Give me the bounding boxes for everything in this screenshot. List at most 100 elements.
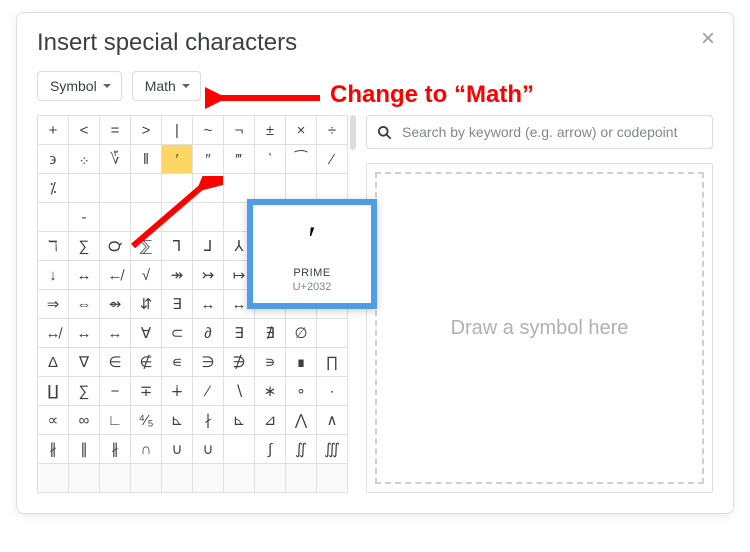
character-cell[interactable]: ∧ bbox=[317, 406, 348, 435]
close-button[interactable]: × bbox=[701, 27, 715, 51]
character-cell[interactable]: ⊾ bbox=[224, 406, 255, 435]
character-cell[interactable] bbox=[162, 174, 193, 203]
character-cell[interactable]: ∂ bbox=[193, 319, 224, 348]
character-cell[interactable]: ∦ bbox=[38, 435, 69, 464]
character-cell[interactable]: ↮ bbox=[38, 319, 69, 348]
character-cell[interactable]: ∉ bbox=[131, 348, 162, 377]
character-cell[interactable]: ∬ bbox=[286, 435, 317, 464]
character-cell[interactable] bbox=[193, 174, 224, 203]
character-cell[interactable]: ∭ bbox=[317, 435, 348, 464]
character-cell[interactable]: ↔ bbox=[100, 319, 131, 348]
character-cell[interactable] bbox=[224, 464, 255, 493]
character-cell[interactable]: ⇒ bbox=[38, 290, 69, 319]
character-cell[interactable] bbox=[38, 203, 69, 232]
character-cell[interactable]: ‖ bbox=[131, 145, 162, 174]
character-cell[interactable]: ⁄ bbox=[317, 145, 348, 174]
character-cell[interactable]: ∑ bbox=[69, 377, 100, 406]
character-cell[interactable]: ¬ bbox=[224, 116, 255, 145]
character-cell[interactable]: ⊾ bbox=[162, 406, 193, 435]
character-cell[interactable] bbox=[131, 203, 162, 232]
character-cell[interactable]: − bbox=[100, 377, 131, 406]
character-cell[interactable]: = bbox=[100, 116, 131, 145]
character-cell[interactable]: ∪ bbox=[162, 435, 193, 464]
character-cell[interactable] bbox=[131, 464, 162, 493]
character-cell[interactable] bbox=[193, 464, 224, 493]
character-cell[interactable] bbox=[317, 464, 348, 493]
character-cell[interactable]: - bbox=[69, 203, 100, 232]
character-cell[interactable]: ⅃ bbox=[193, 232, 224, 261]
character-cell[interactable]: ⊿ bbox=[255, 406, 286, 435]
character-cell[interactable]: ⁒ bbox=[38, 174, 69, 203]
character-cell[interactable]: ∅ bbox=[286, 319, 317, 348]
character-cell[interactable]: ± bbox=[255, 116, 286, 145]
character-cell[interactable]: ↚ bbox=[100, 261, 131, 290]
character-cell[interactable]: ∈ bbox=[100, 348, 131, 377]
character-cell[interactable]: ∌ bbox=[224, 348, 255, 377]
character-cell[interactable]: ∎ bbox=[286, 348, 317, 377]
character-cell[interactable]: ∫ bbox=[255, 435, 286, 464]
character-cell[interactable]: ~ bbox=[193, 116, 224, 145]
character-cell[interactable]: ⅀ bbox=[131, 232, 162, 261]
character-cell[interactable]: < bbox=[69, 116, 100, 145]
character-cell[interactable]: ∤ bbox=[193, 406, 224, 435]
character-cell[interactable] bbox=[193, 203, 224, 232]
character-cell[interactable]: ∄ bbox=[255, 319, 286, 348]
character-cell[interactable]: × bbox=[286, 116, 317, 145]
character-cell[interactable]: ∊ bbox=[162, 348, 193, 377]
character-cell[interactable]: ∕ bbox=[193, 377, 224, 406]
character-cell[interactable] bbox=[38, 464, 69, 493]
character-cell[interactable]: √ bbox=[131, 261, 162, 290]
character-cell[interactable] bbox=[255, 464, 286, 493]
search-box[interactable] bbox=[366, 115, 713, 149]
character-cell[interactable]: ∋ bbox=[193, 348, 224, 377]
character-cell[interactable]: > bbox=[131, 116, 162, 145]
character-cell[interactable]: ⅂ bbox=[162, 232, 193, 261]
character-cell[interactable]: ϶ bbox=[38, 145, 69, 174]
character-cell[interactable]: ∞ bbox=[69, 406, 100, 435]
draw-panel[interactable]: Draw a symbol here bbox=[366, 163, 713, 493]
character-cell[interactable]: ∇ bbox=[69, 348, 100, 377]
character-cell[interactable] bbox=[317, 319, 348, 348]
character-cell[interactable]: ⊂ bbox=[162, 319, 193, 348]
character-cell[interactable]: ℺ bbox=[100, 232, 131, 261]
character-cell[interactable]: ∃ bbox=[162, 290, 193, 319]
character-cell[interactable]: ܀ bbox=[69, 145, 100, 174]
character-cell[interactable]: ⋀ bbox=[286, 406, 317, 435]
character-cell[interactable]: ″ bbox=[193, 145, 224, 174]
character-cell[interactable]: Δ bbox=[38, 348, 69, 377]
character-cell[interactable]: ∐ bbox=[38, 377, 69, 406]
character-cell[interactable]: ∘ bbox=[286, 377, 317, 406]
character-cell[interactable]: ⁴⁄₅ bbox=[131, 406, 162, 435]
character-cell[interactable]: ∥ bbox=[69, 435, 100, 464]
scrollbar-thumb[interactable] bbox=[350, 115, 356, 150]
character-cell[interactable]: ⁀ bbox=[286, 145, 317, 174]
character-cell[interactable]: ∙ bbox=[317, 377, 348, 406]
character-cell[interactable]: ⇔ bbox=[69, 290, 100, 319]
character-cell[interactable]: ∟ bbox=[100, 406, 131, 435]
character-cell[interactable]: ∏ bbox=[317, 348, 348, 377]
character-cell[interactable]: ∔ bbox=[162, 377, 193, 406]
character-cell[interactable]: ∓ bbox=[131, 377, 162, 406]
character-cell[interactable]: ↓ bbox=[38, 261, 69, 290]
character-cell[interactable]: ∗ bbox=[255, 377, 286, 406]
character-cell[interactable]: ÷ bbox=[317, 116, 348, 145]
character-cell[interactable]: ∝ bbox=[38, 406, 69, 435]
character-cell[interactable]: ∪ bbox=[193, 435, 224, 464]
character-cell[interactable]: + bbox=[38, 116, 69, 145]
character-cell[interactable]: ∍ bbox=[255, 348, 286, 377]
character-cell[interactable]: ∑ bbox=[69, 232, 100, 261]
search-input[interactable] bbox=[400, 123, 702, 141]
category-dropdown[interactable]: Symbol bbox=[37, 71, 122, 101]
character-cell[interactable]: | bbox=[162, 116, 193, 145]
character-cell[interactable] bbox=[69, 464, 100, 493]
character-cell[interactable]: ↠ bbox=[162, 261, 193, 290]
character-cell[interactable] bbox=[100, 203, 131, 232]
character-cell[interactable] bbox=[224, 435, 255, 464]
character-cell[interactable]: ∀ bbox=[131, 319, 162, 348]
character-cell[interactable] bbox=[162, 203, 193, 232]
character-cell[interactable]: ↔ bbox=[69, 261, 100, 290]
character-cell[interactable] bbox=[69, 174, 100, 203]
character-cell[interactable]: ↣ bbox=[193, 261, 224, 290]
character-cell[interactable] bbox=[131, 174, 162, 203]
character-cell[interactable]: ↔ bbox=[69, 319, 100, 348]
